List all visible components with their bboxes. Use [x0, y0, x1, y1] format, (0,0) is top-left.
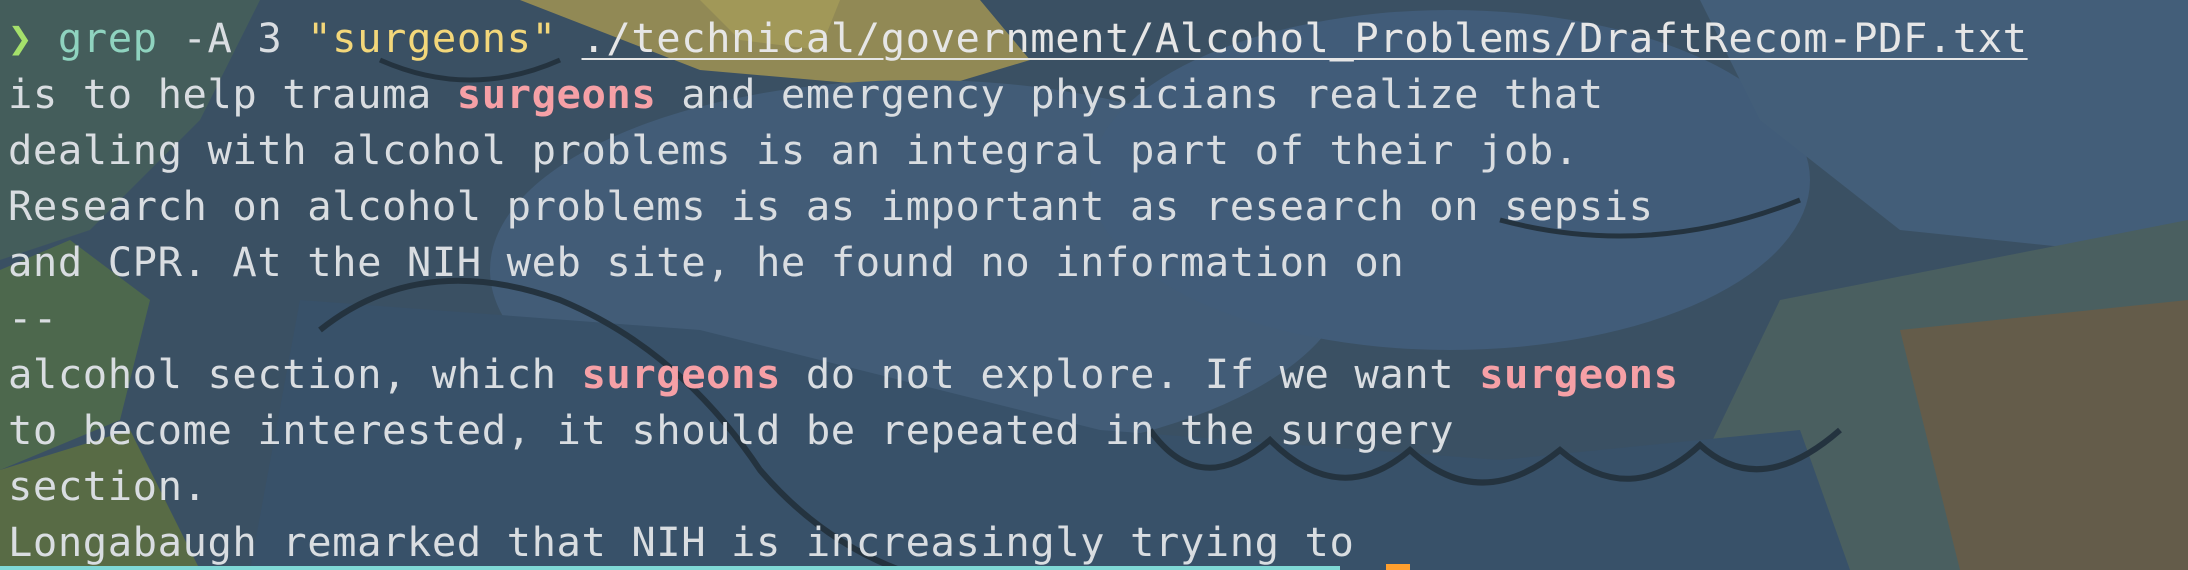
command-flags: -A 3	[182, 14, 283, 62]
search-pattern: "surgeons"	[307, 14, 557, 62]
output-line: to become interested, it should be repea…	[8, 406, 1455, 454]
prompt-chevron-icon: ❯	[8, 14, 33, 62]
output-line: and CPR. At the NIH web site, he found n…	[8, 238, 1405, 286]
terminal-window[interactable]: ❯ grep -A 3 "surgeons" ./technical/gover…	[8, 0, 2180, 570]
match-highlight: surgeons	[1479, 350, 1679, 398]
output-line: Longabaugh remarked that NIH is increasi…	[8, 518, 1355, 566]
output-line: is to help trauma surgeons and emergency…	[8, 70, 1604, 118]
text-cursor	[1386, 564, 1410, 570]
match-highlight: surgeons	[456, 70, 657, 118]
output-line: Research on alcohol problems is as impor…	[8, 182, 1654, 230]
match-highlight: surgeons	[581, 350, 781, 398]
command-name: grep	[57, 14, 158, 62]
command-line: ❯ grep -A 3 "surgeons" ./technical/gover…	[8, 10, 2180, 66]
match-group-separator: --	[8, 294, 58, 342]
output-line: section.	[8, 462, 208, 510]
status-strip	[0, 566, 1340, 570]
file-path-link[interactable]: ./technical/government/Alcohol_Problems/…	[582, 14, 2028, 62]
output-line: dealing with alcohol problems is an inte…	[8, 126, 1579, 174]
output-line: alcohol section, which surgeons do not e…	[8, 350, 1679, 398]
